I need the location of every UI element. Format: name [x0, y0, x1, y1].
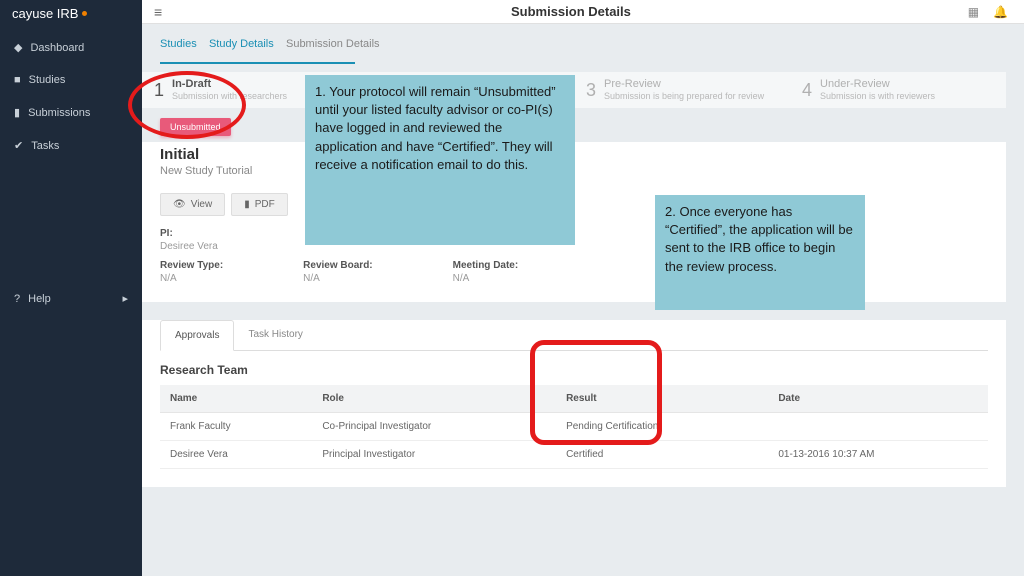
- annotation-box-icon: [530, 340, 662, 445]
- hamburger-icon[interactable]: ≡: [142, 4, 174, 20]
- tab-approvals[interactable]: Approvals: [160, 320, 234, 351]
- eye-icon: 👁: [173, 199, 186, 210]
- annotation-callout-1: 1. Your protocol will remain “Unsubmitte…: [305, 75, 575, 245]
- breadcrumb-study-details[interactable]: Study Details: [209, 38, 274, 50]
- breadcrumb: Studies Study Details Submission Details: [142, 24, 1006, 64]
- annotation-circle-icon: [128, 71, 246, 139]
- col-date: Date: [768, 385, 988, 413]
- sidebar-item-studies[interactable]: ■ Studies: [0, 64, 142, 96]
- sidebar-item-label: Submissions: [28, 107, 90, 119]
- apps-icon[interactable]: ▦: [968, 5, 979, 19]
- dashboard-icon: ◆: [14, 41, 22, 54]
- sidebar-item-label: Dashboard: [30, 42, 84, 54]
- pdf-button[interactable]: ▮PDF: [231, 193, 288, 216]
- col-name: Name: [160, 385, 312, 413]
- sidebar-item-label: Tasks: [31, 140, 59, 152]
- topbar: ≡ Submission Details ▦ 🔔: [142, 0, 1024, 24]
- step-under-review: 4 Under-ReviewSubmission is with reviewe…: [790, 72, 1006, 108]
- col-role: Role: [312, 385, 556, 413]
- document-icon: ▮: [14, 106, 20, 119]
- view-button[interactable]: 👁View: [160, 193, 225, 216]
- step-pre-review: 3 Pre-ReviewSubmission is being prepared…: [574, 72, 790, 108]
- sidebar: cayuse IRB ◆ Dashboard ■ Studies ▮ Submi…: [0, 0, 142, 576]
- bell-icon[interactable]: 🔔: [993, 5, 1008, 19]
- sidebar-item-dashboard[interactable]: ◆ Dashboard: [0, 31, 142, 64]
- page-title: Submission Details: [174, 4, 968, 19]
- annotation-callout-2: 2. Once everyone has “Certified”, the ap…: [655, 195, 865, 310]
- tab-task-history[interactable]: Task History: [234, 320, 316, 350]
- sidebar-item-submissions[interactable]: ▮ Submissions: [0, 96, 142, 129]
- chevron-right-icon: ▸: [122, 292, 128, 305]
- sidebar-item-label: Studies: [29, 74, 66, 86]
- sidebar-item-tasks[interactable]: ✔ Tasks: [0, 129, 142, 162]
- check-icon: ✔: [14, 139, 23, 152]
- breadcrumb-current: Submission Details: [286, 38, 380, 50]
- brand-logo: cayuse IRB: [0, 0, 142, 31]
- sidebar-item-help[interactable]: ?Help ▸: [0, 282, 142, 315]
- file-icon: ▮: [244, 199, 250, 210]
- folder-icon: ■: [14, 74, 21, 86]
- brand-dot-icon: [82, 11, 87, 16]
- breadcrumb-studies[interactable]: Studies: [160, 38, 197, 50]
